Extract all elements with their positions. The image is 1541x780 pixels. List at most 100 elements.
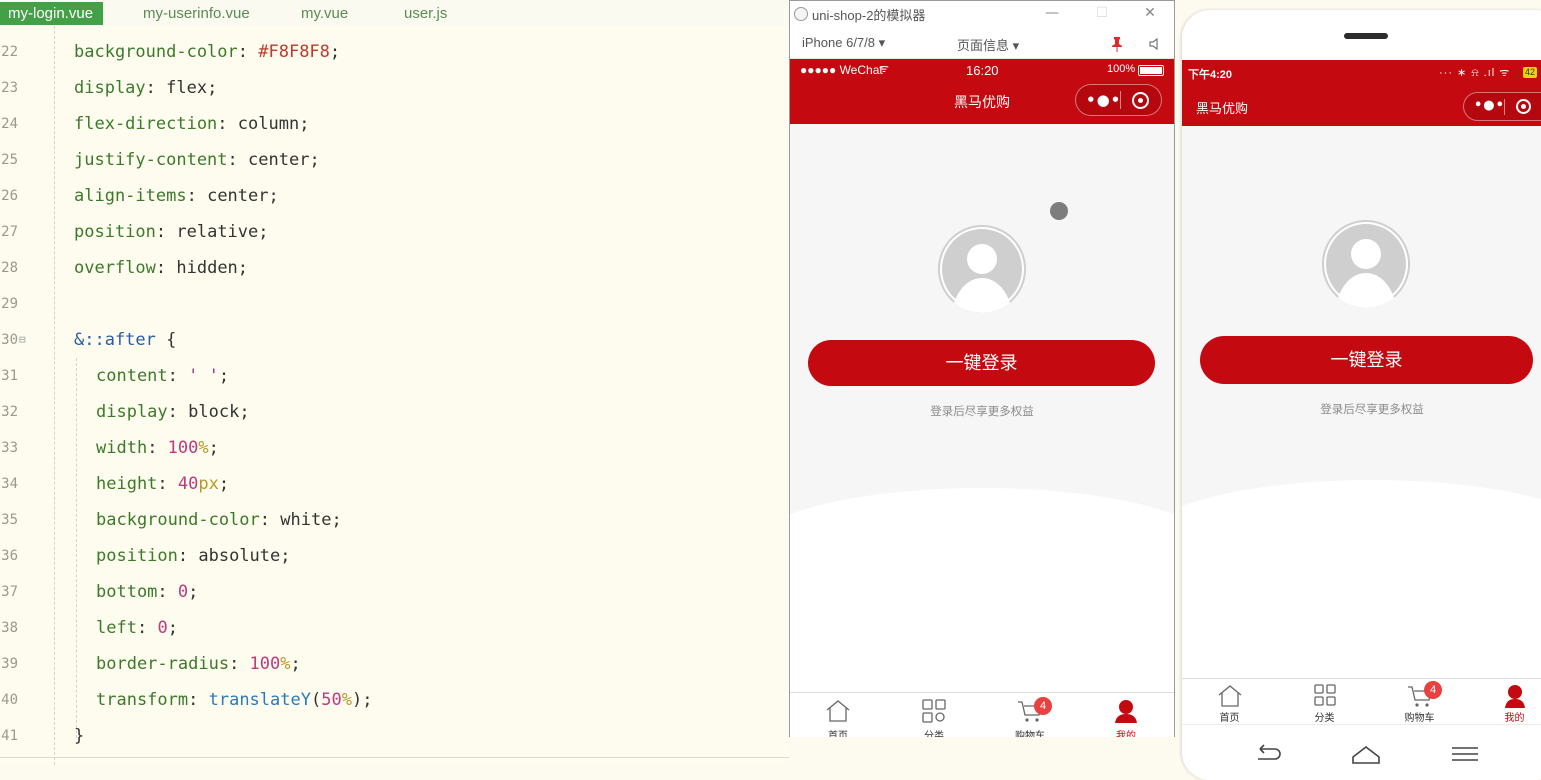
css-value: relative — [176, 222, 259, 242]
tab-label: 首页 — [1219, 713, 1240, 724]
avatar — [1322, 220, 1410, 308]
tab-mine[interactable]: 我的 — [1078, 693, 1174, 737]
tab-category[interactable]: 分类 — [886, 693, 982, 737]
nav-bar: 黑马优购 •●• — [1182, 86, 1541, 126]
tab-mine[interactable]: 我的 — [1467, 679, 1541, 724]
close-miniprogram-icon[interactable] — [1516, 99, 1531, 114]
code-punctuation: : — [186, 186, 208, 206]
code-line[interactable]: 27 position: relative; — [0, 214, 789, 250]
more-icon[interactable]: •●• — [1474, 98, 1505, 113]
pin-icon[interactable] — [1110, 36, 1124, 52]
line-number: 38 — [1, 620, 18, 636]
capsule-menu: •●• — [1075, 84, 1162, 116]
code-line[interactable]: 26 align-items: center; — [0, 178, 789, 214]
code-punctuation: : — [177, 546, 199, 566]
css-number: 40 — [177, 474, 199, 494]
tab-category[interactable]: 分类 — [1277, 679, 1372, 724]
tab-my-userinfo-vue[interactable]: my-userinfo.vue — [143, 2, 250, 25]
code-line[interactable]: 37 bottom: 0; — [0, 574, 789, 610]
code-line[interactable]: 31 content: ' '; — [0, 358, 789, 394]
code-line[interactable]: 41} — [0, 718, 789, 754]
tab-cart[interactable]: 4 购物车 — [1372, 679, 1467, 724]
css-value: white — [280, 510, 332, 530]
code-text: background-color: #F8F8F8; — [74, 34, 340, 70]
code-line[interactable]: 34 height: 40px; — [0, 466, 789, 502]
code-line[interactable]: 32 display: block; — [0, 394, 789, 430]
code-punctuation: ; — [362, 690, 373, 710]
css-function: translateY — [208, 690, 311, 710]
code-punctuation: ; — [290, 654, 301, 674]
code-punctuation: ( — [310, 690, 322, 710]
code-text: left: 0; — [96, 610, 178, 646]
css-property: width — [96, 438, 148, 458]
tab-user-js[interactable]: user.js — [404, 2, 447, 25]
line-number: 28 — [1, 260, 18, 276]
line-number: 40 — [1, 692, 18, 708]
css-property: flex-direction — [74, 114, 218, 134]
menu-icon[interactable] — [1450, 743, 1480, 765]
tab-home[interactable]: 首页 — [1182, 679, 1277, 724]
device-select[interactable]: iPhone 6/7/8 ▾ — [802, 35, 885, 51]
code-area[interactable]: 22 background-color: #F8F8F8; 23 display: f… — [0, 34, 789, 765]
css-property: position — [96, 546, 178, 566]
home-button-icon[interactable] — [1351, 743, 1381, 765]
code-line[interactable]: 23 display: flex; — [0, 70, 789, 106]
cart-badge: 4 — [1034, 697, 1052, 715]
code-line[interactable]: 28 overflow: hidden; — [0, 250, 789, 286]
tab-my-vue[interactable]: my.vue — [301, 2, 348, 25]
css-property: background-color — [74, 42, 238, 62]
code-line[interactable]: 33 width: 100%; — [0, 430, 789, 466]
login-button[interactable]: 一键登录 — [808, 340, 1155, 386]
css-property: border-radius — [96, 654, 230, 674]
tab-home[interactable]: 首页 — [790, 693, 886, 737]
login-button[interactable]: 一键登录 — [1200, 336, 1533, 384]
code-line[interactable]: 30 ⊟ &::after { — [0, 322, 789, 358]
code-punctuation: ; — [329, 42, 341, 62]
css-property: background-color — [96, 510, 260, 530]
css-property: transform — [96, 690, 189, 710]
close-icon[interactable]: ✕ — [1140, 3, 1160, 23]
code-brace: { — [166, 330, 177, 350]
avatar — [938, 225, 1026, 313]
close-miniprogram-icon[interactable] — [1132, 92, 1149, 109]
volume-icon[interactable] — [1148, 36, 1162, 52]
page-info-select[interactable]: 页面信息 ▾ — [957, 35, 1019, 54]
phone-screen: 下午4:20 ··· ∗ ⍾ .ıl ᯤ 42 黑马优购 •●• 一键登录 登录… — [1182, 60, 1541, 724]
css-property: align-items — [74, 186, 187, 206]
code-line[interactable]: 38 left: 0; — [0, 610, 789, 646]
back-icon[interactable] — [1252, 743, 1282, 765]
line-number: 30 — [1, 332, 18, 348]
code-punctuation: ; — [309, 150, 320, 170]
more-icon[interactable]: •●• — [1086, 91, 1121, 109]
minimize-icon[interactable]: — — [1042, 3, 1062, 23]
css-number: 50 — [321, 690, 342, 710]
css-number: 0 — [177, 582, 189, 602]
code-line[interactable]: 24 flex-direction: column; — [0, 106, 789, 142]
touch-cursor — [1050, 202, 1068, 220]
code-text: align-items: center; — [74, 178, 279, 214]
tab-cart[interactable]: 4 购物车 — [982, 693, 1078, 737]
code-editor[interactable]: my-login.vue my-userinfo.vue my.vue user… — [0, 0, 789, 765]
code-line[interactable]: 25 justify-content: center; — [0, 142, 789, 178]
code-line[interactable]: 22 background-color: #F8F8F8; — [0, 34, 789, 70]
code-text: width: 100%; — [96, 430, 219, 466]
fold-icon[interactable]: ⊟ — [19, 322, 26, 358]
code-punctuation: : — [155, 258, 177, 278]
code-text: height: 40px; — [96, 466, 229, 502]
app-icon — [794, 7, 808, 21]
divider — [0, 757, 789, 758]
code-line[interactable]: 35 background-color: white; — [0, 502, 789, 538]
battery-label: 100% — [1107, 63, 1136, 75]
code-line[interactable]: 40 transform: translateY(50%); — [0, 682, 789, 718]
code-punctuation: : — [147, 438, 168, 458]
code-line[interactable]: 39 border-radius: 100%; — [0, 646, 789, 682]
code-line[interactable]: 29 — [0, 286, 789, 322]
code-punctuation: ; — [167, 618, 178, 638]
tab-my-login-vue[interactable]: my-login.vue — [0, 2, 104, 25]
css-number: 0 — [157, 618, 168, 638]
maximize-icon[interactable]: ☐ — [1092, 3, 1112, 23]
code-line[interactable]: 36 position: absolute; — [0, 538, 789, 574]
css-number: 100 — [249, 654, 281, 674]
code-text: justify-content: center; — [74, 142, 320, 178]
status-time: 16:20 — [966, 63, 999, 78]
